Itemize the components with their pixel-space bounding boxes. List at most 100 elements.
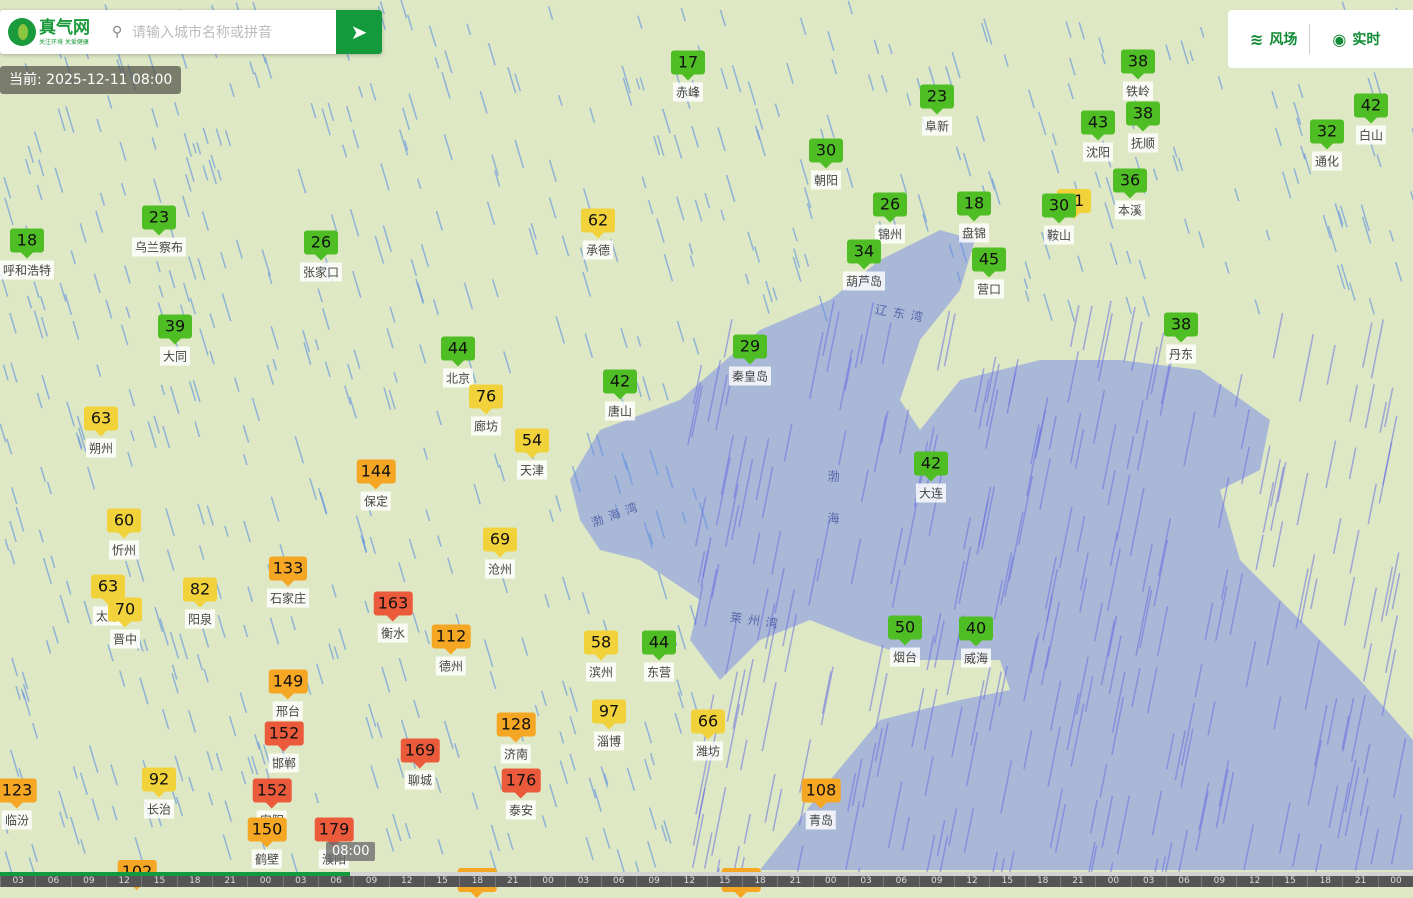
aqi-badge[interactable]: 60: [107, 508, 141, 539]
station-marker[interactable]: 54 天津: [515, 428, 549, 480]
aqi-badge[interactable]: 45: [972, 247, 1006, 278]
aqi-badge[interactable]: 97: [592, 699, 626, 730]
aqi-badge[interactable]: 152: [264, 721, 304, 752]
aqi-badge[interactable]: 42: [1354, 93, 1388, 124]
aqi-badge[interactable]: 62: [581, 208, 615, 239]
aqi-badge[interactable]: 176: [501, 768, 541, 799]
aqi-badge[interactable]: 82: [183, 577, 217, 608]
station-marker[interactable]: 62 承德: [581, 208, 615, 260]
station-marker[interactable]: 112 德州: [431, 624, 471, 676]
aqi-badge[interactable]: 30: [1042, 193, 1076, 224]
aqi-badge[interactable]: 63: [84, 406, 118, 437]
aqi-badge[interactable]: 63: [91, 574, 125, 605]
aqi-badge[interactable]: 108: [801, 778, 841, 809]
aqi-badge[interactable]: 76: [469, 384, 503, 415]
station-marker[interactable]: 176 泰安: [501, 768, 541, 820]
realtime-button[interactable]: ◉ 实时: [1310, 29, 1392, 49]
aqi-badge[interactable]: 38: [1126, 101, 1160, 132]
station-marker[interactable]: 108 青岛: [801, 778, 841, 830]
station-marker[interactable]: 36 本溪: [1113, 168, 1147, 220]
station-marker[interactable]: 76 廊坊: [469, 384, 503, 436]
station-marker[interactable]: 30 朝阳: [809, 138, 843, 190]
search-input[interactable]: [132, 24, 317, 40]
logo[interactable]: 真气网 关注环境 关爱健康: [0, 18, 112, 46]
station-marker[interactable]: 26 张家口: [299, 230, 343, 282]
station-marker[interactable]: 18 呼和浩特: [0, 228, 55, 280]
aqi-badge[interactable]: 58: [584, 630, 618, 661]
station-marker[interactable]: 66 潍坊: [691, 709, 725, 761]
aqi-badge[interactable]: 30: [809, 138, 843, 169]
aqi-badge[interactable]: 32: [1310, 119, 1344, 150]
station-marker[interactable]: 30 鞍山: [1042, 193, 1076, 245]
station-marker[interactable]: 38 丹东: [1164, 312, 1198, 364]
wind-field-button[interactable]: ≋ 风场: [1228, 29, 1309, 49]
aqi-badge[interactable]: 17: [671, 50, 705, 81]
station-marker[interactable]: 26 锦州: [873, 192, 907, 244]
station-marker[interactable]: 44 北京: [441, 336, 475, 388]
timeline-slider[interactable]: 03 06 09 12 15 18 21 00 03 06 09 12 15 18 21 00 03 06 09 12…: [0, 872, 1413, 887]
station-marker[interactable]: 150 鹤壁: [247, 817, 287, 869]
station-marker[interactable]: 144 保定: [356, 459, 396, 511]
aqi-badge[interactable]: 123: [0, 778, 37, 809]
aqi-badge[interactable]: 39: [158, 314, 192, 345]
aqi-badge[interactable]: 92: [142, 767, 176, 798]
station-marker[interactable]: 128 济南: [496, 712, 536, 764]
station-marker[interactable]: 34 葫芦岛: [842, 239, 886, 291]
station-marker[interactable]: 149 邢台: [268, 669, 308, 721]
station-marker[interactable]: 92 长治: [142, 767, 176, 819]
station-marker[interactable]: 38 抚顺: [1126, 101, 1160, 153]
aqi-badge[interactable]: 133: [268, 556, 308, 587]
station-marker[interactable]: 70 晋中: [108, 597, 142, 649]
aqi-badge[interactable]: 70: [108, 597, 142, 628]
station-marker[interactable]: 169 聊城: [400, 738, 440, 790]
station-marker[interactable]: 40 威海: [959, 616, 993, 668]
station-marker[interactable]: 39 大同: [158, 314, 192, 366]
station-marker[interactable]: 152 邯郸: [264, 721, 304, 773]
aqi-badge[interactable]: 26: [873, 192, 907, 223]
station-marker[interactable]: 97 淄博: [592, 699, 626, 751]
station-marker[interactable]: 50 烟台: [888, 615, 922, 667]
station-marker[interactable]: 42 白山: [1354, 93, 1388, 145]
aqi-badge[interactable]: 23: [141, 205, 176, 236]
station-marker[interactable]: 123 临汾: [0, 778, 37, 830]
station-marker[interactable]: 58 滨州: [584, 630, 618, 682]
aqi-badge[interactable]: 144: [356, 459, 396, 490]
aqi-badge[interactable]: 43: [1081, 110, 1115, 141]
station-marker[interactable]: 82 阳泉: [183, 577, 217, 629]
aqi-badge[interactable]: 42: [603, 369, 637, 400]
station-marker[interactable]: 32 通化: [1310, 119, 1344, 171]
aqi-badge[interactable]: 69: [483, 527, 517, 558]
station-marker[interactable]: 163 衡水: [373, 591, 413, 643]
station-marker[interactable]: 23 乌兰察布: [131, 205, 187, 257]
aqi-badge[interactable]: 44: [441, 336, 475, 367]
aqi-badge[interactable]: 38: [1121, 49, 1155, 80]
aqi-badge[interactable]: 150: [247, 817, 287, 848]
search-submit-button[interactable]: ➤: [336, 10, 382, 54]
aqi-badge[interactable]: 38: [1164, 312, 1198, 343]
station-marker[interactable]: 23 阜新: [920, 84, 954, 136]
aqi-badge[interactable]: 29: [732, 334, 767, 365]
aqi-badge[interactable]: 44: [642, 630, 676, 661]
aqi-badge[interactable]: 169: [400, 738, 440, 769]
aqi-badge[interactable]: 36: [1113, 168, 1147, 199]
aqi-badge[interactable]: 112: [431, 624, 471, 655]
aqi-badge[interactable]: 42: [914, 451, 948, 482]
station-marker[interactable]: 45 营口: [972, 247, 1006, 299]
aqi-badge[interactable]: 128: [496, 712, 536, 743]
aqi-badge[interactable]: 66: [691, 709, 725, 740]
station-marker[interactable]: 43 沈阳: [1081, 110, 1115, 162]
aqi-badge[interactable]: 149: [268, 669, 308, 700]
station-marker[interactable]: 69 沧州: [483, 527, 517, 579]
aqi-badge[interactable]: 23: [920, 84, 954, 115]
station-marker[interactable]: 29 秦皇岛: [728, 334, 772, 386]
aqi-badge[interactable]: 40: [959, 616, 993, 647]
aqi-badge[interactable]: 163: [373, 591, 413, 622]
station-marker[interactable]: 63 朔州: [84, 406, 118, 458]
station-marker[interactable]: 133 石家庄: [266, 556, 310, 608]
aqi-badge[interactable]: 18: [957, 191, 991, 222]
station-marker[interactable]: 17 赤峰: [671, 50, 705, 102]
aqi-badge[interactable]: 50: [888, 615, 922, 646]
station-marker[interactable]: 38 铁岭: [1121, 49, 1155, 101]
aqi-badge[interactable]: 152: [252, 778, 292, 809]
station-marker[interactable]: 42 唐山: [603, 369, 637, 421]
